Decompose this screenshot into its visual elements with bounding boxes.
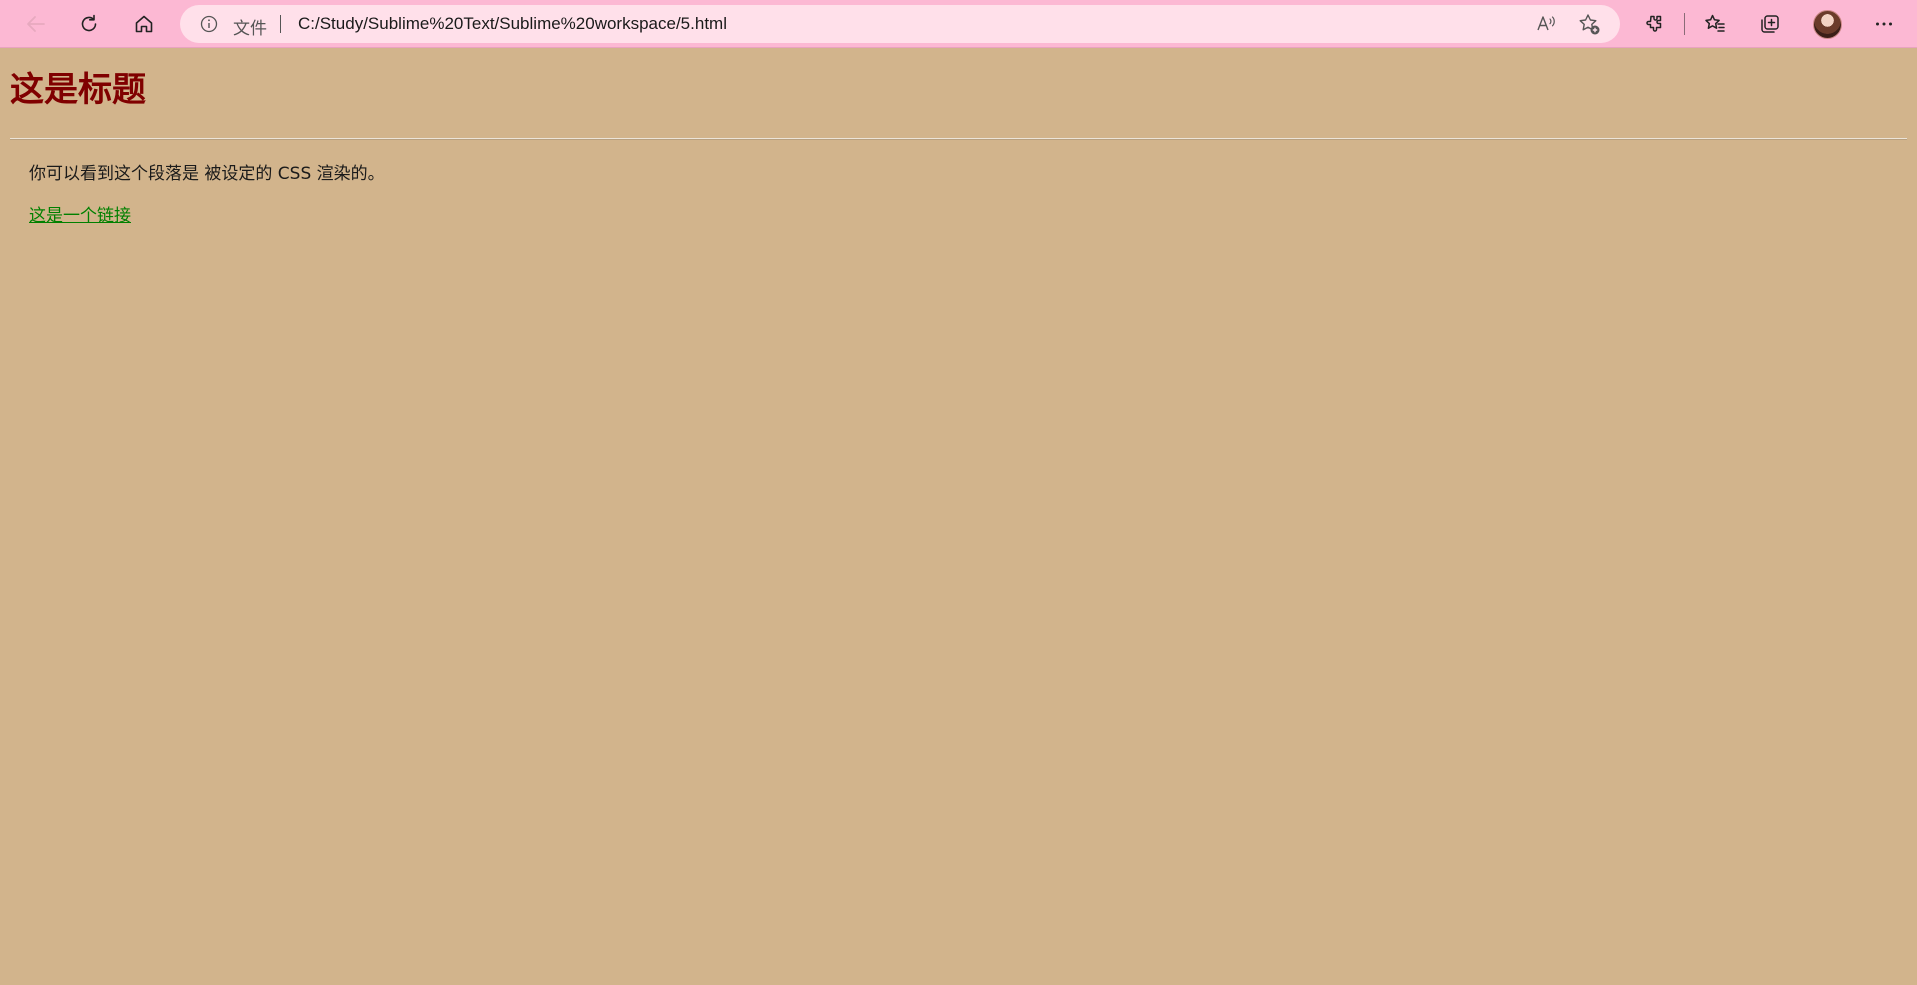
collections-button[interactable] — [1752, 6, 1788, 42]
collections-icon — [1761, 15, 1779, 33]
extensions-icon — [1646, 15, 1662, 32]
back-arrow-icon — [27, 16, 45, 32]
page-content: 这是标题 你可以看到这个段落是 被设定的 CSS 渲染的。 这是一个链接 — [0, 48, 1917, 985]
home-icon — [135, 15, 153, 33]
horizontal-rule — [10, 138, 1907, 140]
read-aloud-icon — [1537, 16, 1555, 31]
body-paragraph: 你可以看到这个段落是 被设定的 CSS 渲染的。 — [29, 164, 385, 184]
back-button[interactable] — [18, 6, 54, 42]
address-separator — [280, 15, 281, 33]
profile-avatar[interactable] — [1813, 10, 1842, 39]
extensions-button[interactable] — [1636, 6, 1672, 42]
favorites-button[interactable] — [1697, 6, 1733, 42]
more-button[interactable] — [1866, 6, 1902, 42]
browser-toolbar: 文件 C:/Study/Sublime%20Text/Sublime%20wor… — [0, 0, 1917, 48]
url-text[interactable]: C:/Study/Sublime%20Text/Sublime%20worksp… — [298, 14, 727, 34]
add-favorite-icon — [1579, 14, 1600, 35]
read-aloud-button[interactable] — [1534, 12, 1558, 40]
add-favorite-button[interactable] — [1577, 12, 1601, 40]
address-prefix-label: 文件 — [233, 19, 267, 39]
home-button[interactable] — [126, 6, 162, 42]
info-icon[interactable] — [200, 15, 218, 33]
address-bar[interactable]: 文件 C:/Study/Sublime%20Text/Sublime%20wor… — [180, 5, 1620, 43]
more-icon — [1876, 22, 1892, 26]
favorites-icon — [1705, 14, 1725, 32]
refresh-button[interactable] — [71, 6, 107, 42]
page-heading: 这是标题 — [10, 70, 146, 110]
toolbar-divider — [1684, 13, 1685, 35]
refresh-icon — [81, 14, 97, 32]
page-link[interactable]: 这是一个链接 — [29, 201, 131, 226]
